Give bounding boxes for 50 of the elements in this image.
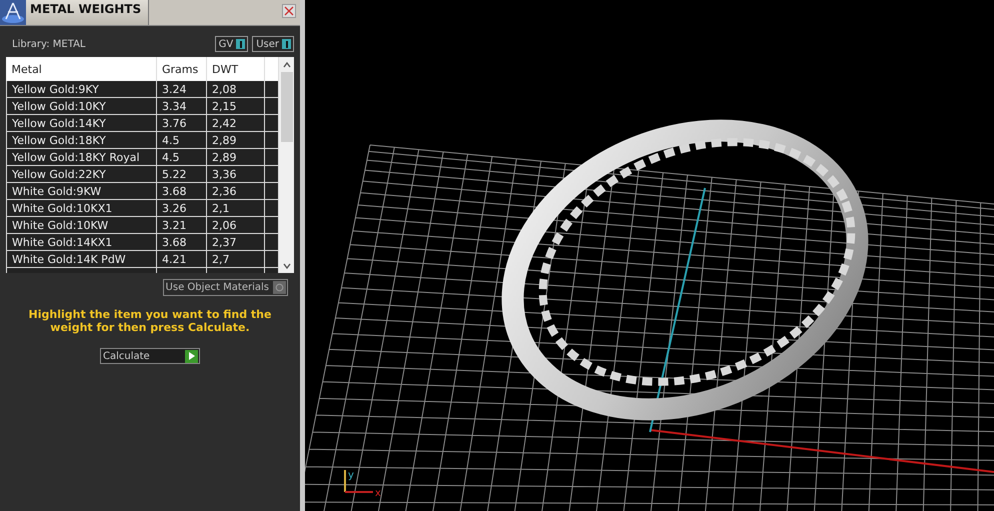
table-cell: White Gold:10KX1 [6,200,156,216]
table-cell: 3.68 [156,234,206,250]
table-cell: 5.22 [156,166,206,182]
circle-icon [275,283,284,292]
table-cell: 3.34 [156,98,206,114]
table-cell: 3.76 [156,114,206,132]
table-cell: 4.5 [156,132,206,148]
app-logo-icon [0,0,26,25]
close-icon [284,6,294,16]
scrollbar[interactable] [279,57,294,273]
table-cell: 3.24 [156,81,206,98]
instruction-text: Highlight the item you want to find the weight for then press Calculate. [28,308,272,334]
table-cell: 2,42 [206,114,264,132]
axis-gizmo-drawing: y x [344,470,381,499]
table-cell: 3,36 [206,166,264,182]
table-cell: 2,7 [206,250,264,268]
table-cell: White Gold:14KX1 [6,234,156,250]
table-cell: 2,89 [206,132,264,148]
use-object-materials-checkbox[interactable]: Use Object Materials [162,279,288,296]
table-cell: White Gold:9KW [6,182,156,200]
table-cell: Yellow Gold:18KY Royal [6,148,156,166]
column-header[interactable]: DWT [206,57,264,81]
table-cell: 2,1 [206,200,264,216]
calculate-button[interactable]: Calculate [100,348,200,364]
close-button[interactable] [282,4,296,18]
table-cell: 2,89 [206,148,264,166]
table-cell: 2,36 [206,182,264,200]
table-cell: Yellow Gold:10KY [6,98,156,114]
library-label: Library: METAL [12,38,86,50]
table-cell: 3.26 [156,200,206,216]
toggle[interactable]: GV [214,36,248,52]
table-cell: 3.68 [156,182,206,200]
table-cell: 3.21 [156,216,206,234]
table-cell: 2,06 [206,216,264,234]
play-icon [188,352,195,360]
table-cell: 2,37 [206,234,264,250]
table-cell: Yellow Gold:14KY [6,114,156,132]
table-cell: Yellow Gold:9KY [6,81,156,98]
table-cell: White Gold:14K PdW [6,250,156,268]
window-title: METAL WEIGHTS [26,0,149,25]
table-cell: White Gold:10KW [6,216,156,234]
column-header[interactable]: Metal [6,57,156,81]
table-cell: 4.5 [156,148,206,166]
table-cell: 4.21 [156,250,206,268]
table-cell: Yellow Gold:18KY [6,132,156,148]
table-cell: 2,15 [206,98,264,114]
toggle[interactable]: User [252,36,294,52]
column-header[interactable]: Grams [156,57,206,81]
table-cell: 2,08 [206,81,264,98]
table-cell: Yellow Gold:22KY [6,166,156,182]
